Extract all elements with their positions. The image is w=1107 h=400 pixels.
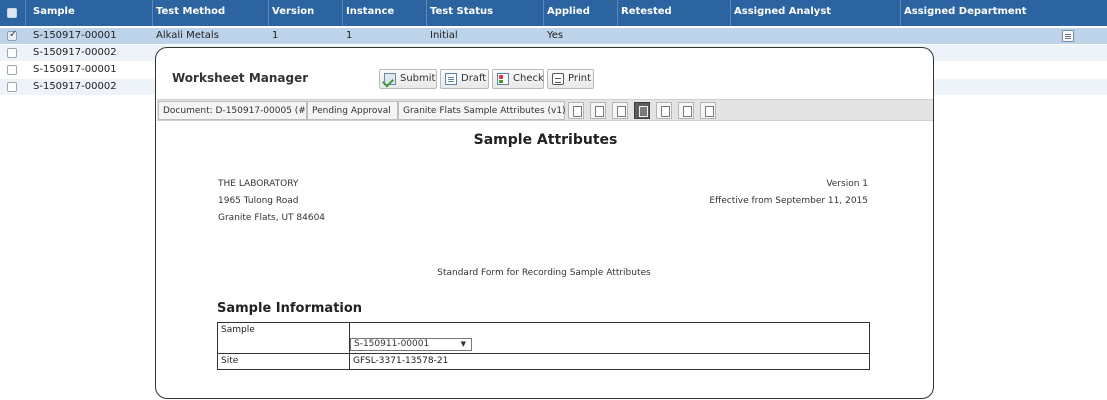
page-copy-icon[interactable] bbox=[590, 102, 606, 119]
table-row[interactable]: S-150917-00001 Alkali Metals 1 1 Initial… bbox=[0, 28, 1107, 44]
column-header-test-method[interactable]: Test Method bbox=[156, 0, 225, 26]
column-divider bbox=[617, 0, 618, 26]
version: 1 bbox=[272, 30, 279, 41]
sample-select[interactable]: S-150911-00001 ▼ bbox=[350, 338, 472, 351]
page-list-icon[interactable] bbox=[678, 102, 694, 119]
table-row: Sample bbox=[217, 322, 870, 354]
page-active-icon[interactable] bbox=[634, 102, 650, 119]
site-value: GFSL-3371-13578-21 bbox=[349, 353, 870, 370]
sample-id: S-150917-00002 bbox=[33, 47, 117, 58]
column-divider bbox=[152, 0, 153, 26]
worksheet-manager-dialog: Worksheet Manager Submit Draft Check Pri… bbox=[155, 47, 934, 399]
submit-icon bbox=[384, 73, 396, 85]
attributes-document[interactable]: Granite Flats Sample Attributes (v1) bbox=[398, 101, 566, 120]
document-bar: Document: D-150917-00005 (#) Pending App… bbox=[157, 99, 933, 121]
draft-button[interactable]: Draft bbox=[440, 69, 489, 89]
sample-id: S-150917-00002 bbox=[33, 81, 117, 92]
row-checkbox[interactable] bbox=[7, 29, 17, 41]
print-icon bbox=[552, 73, 564, 85]
page-edit-icon[interactable] bbox=[612, 102, 628, 119]
print-label: Print bbox=[568, 73, 592, 84]
draft-label: Draft bbox=[461, 73, 487, 84]
column-header-assigned-analyst[interactable]: Assigned Analyst bbox=[734, 0, 831, 26]
table-row: Site GFSL-3371-13578-21 bbox=[217, 353, 870, 370]
column-header-test-status[interactable]: Test Status bbox=[430, 0, 493, 26]
address-line: 1965 Tulong Road bbox=[218, 196, 299, 206]
document-status: Pending Approval bbox=[307, 101, 398, 120]
sample-id: S-150917-00001 bbox=[33, 30, 117, 41]
column-header-instance[interactable]: Instance bbox=[346, 0, 394, 26]
submit-label: Submit bbox=[400, 73, 436, 84]
test-method: Alkali Metals bbox=[156, 30, 219, 41]
submit-button[interactable]: Submit bbox=[379, 69, 437, 89]
row-checkbox[interactable] bbox=[7, 65, 17, 75]
column-divider bbox=[426, 0, 427, 26]
check-icon bbox=[497, 73, 509, 85]
effective-date: Effective from September 11, 2015 bbox=[709, 196, 868, 206]
form-description: Standard Form for Recording Sample Attri… bbox=[437, 268, 651, 278]
dialog-title: Worksheet Manager bbox=[172, 71, 309, 85]
test-status: Initial bbox=[430, 30, 458, 41]
worksheet-icon[interactable] bbox=[1062, 30, 1074, 42]
page-forward-icon[interactable] bbox=[700, 102, 716, 119]
sample-select-value: S-150911-00001 bbox=[354, 339, 430, 349]
sample-label: Sample bbox=[217, 322, 350, 354]
select-all-checkbox[interactable] bbox=[7, 8, 17, 18]
row-checkbox[interactable] bbox=[7, 82, 17, 92]
section-title: Sample Information bbox=[217, 301, 363, 316]
column-divider bbox=[342, 0, 343, 26]
column-divider bbox=[25, 0, 26, 26]
document-title: Sample Attributes bbox=[473, 132, 618, 148]
draft-icon bbox=[445, 73, 457, 85]
column-divider bbox=[730, 0, 731, 26]
address-line: THE LABORATORY bbox=[218, 179, 299, 189]
check-label: Check bbox=[513, 73, 544, 84]
row-checkbox[interactable] bbox=[7, 48, 17, 58]
sample-id: S-150917-00001 bbox=[33, 64, 117, 75]
column-header-retested[interactable]: Retested bbox=[621, 0, 672, 26]
site-label: Site bbox=[217, 353, 350, 370]
page-icon[interactable] bbox=[568, 102, 584, 119]
column-header-assigned-department[interactable]: Assigned Department bbox=[904, 0, 1027, 26]
column-header-sample[interactable]: Sample bbox=[33, 0, 75, 26]
address-line: Granite Flats, UT 84604 bbox=[218, 213, 326, 223]
column-divider bbox=[900, 0, 901, 26]
page-back-icon[interactable] bbox=[656, 102, 672, 119]
check-button[interactable]: Check bbox=[492, 69, 544, 89]
column-header-version[interactable]: Version bbox=[272, 0, 314, 26]
grid-header: Sample Test Method Version Instance Test… bbox=[0, 0, 1107, 26]
applied: Yes bbox=[547, 30, 564, 41]
print-button[interactable]: Print bbox=[547, 69, 594, 89]
document-version: Version 1 bbox=[826, 179, 868, 189]
document-id: Document: D-150917-00005 (#) bbox=[158, 101, 309, 120]
instance: 1 bbox=[346, 30, 353, 41]
sample-information-table: Sample Site GFSL-3371-13578-21 bbox=[217, 322, 870, 370]
column-divider bbox=[543, 0, 544, 26]
column-divider bbox=[268, 0, 269, 26]
dropdown-arrow-icon: ▼ bbox=[460, 340, 466, 348]
column-header-applied[interactable]: Applied bbox=[547, 0, 590, 26]
